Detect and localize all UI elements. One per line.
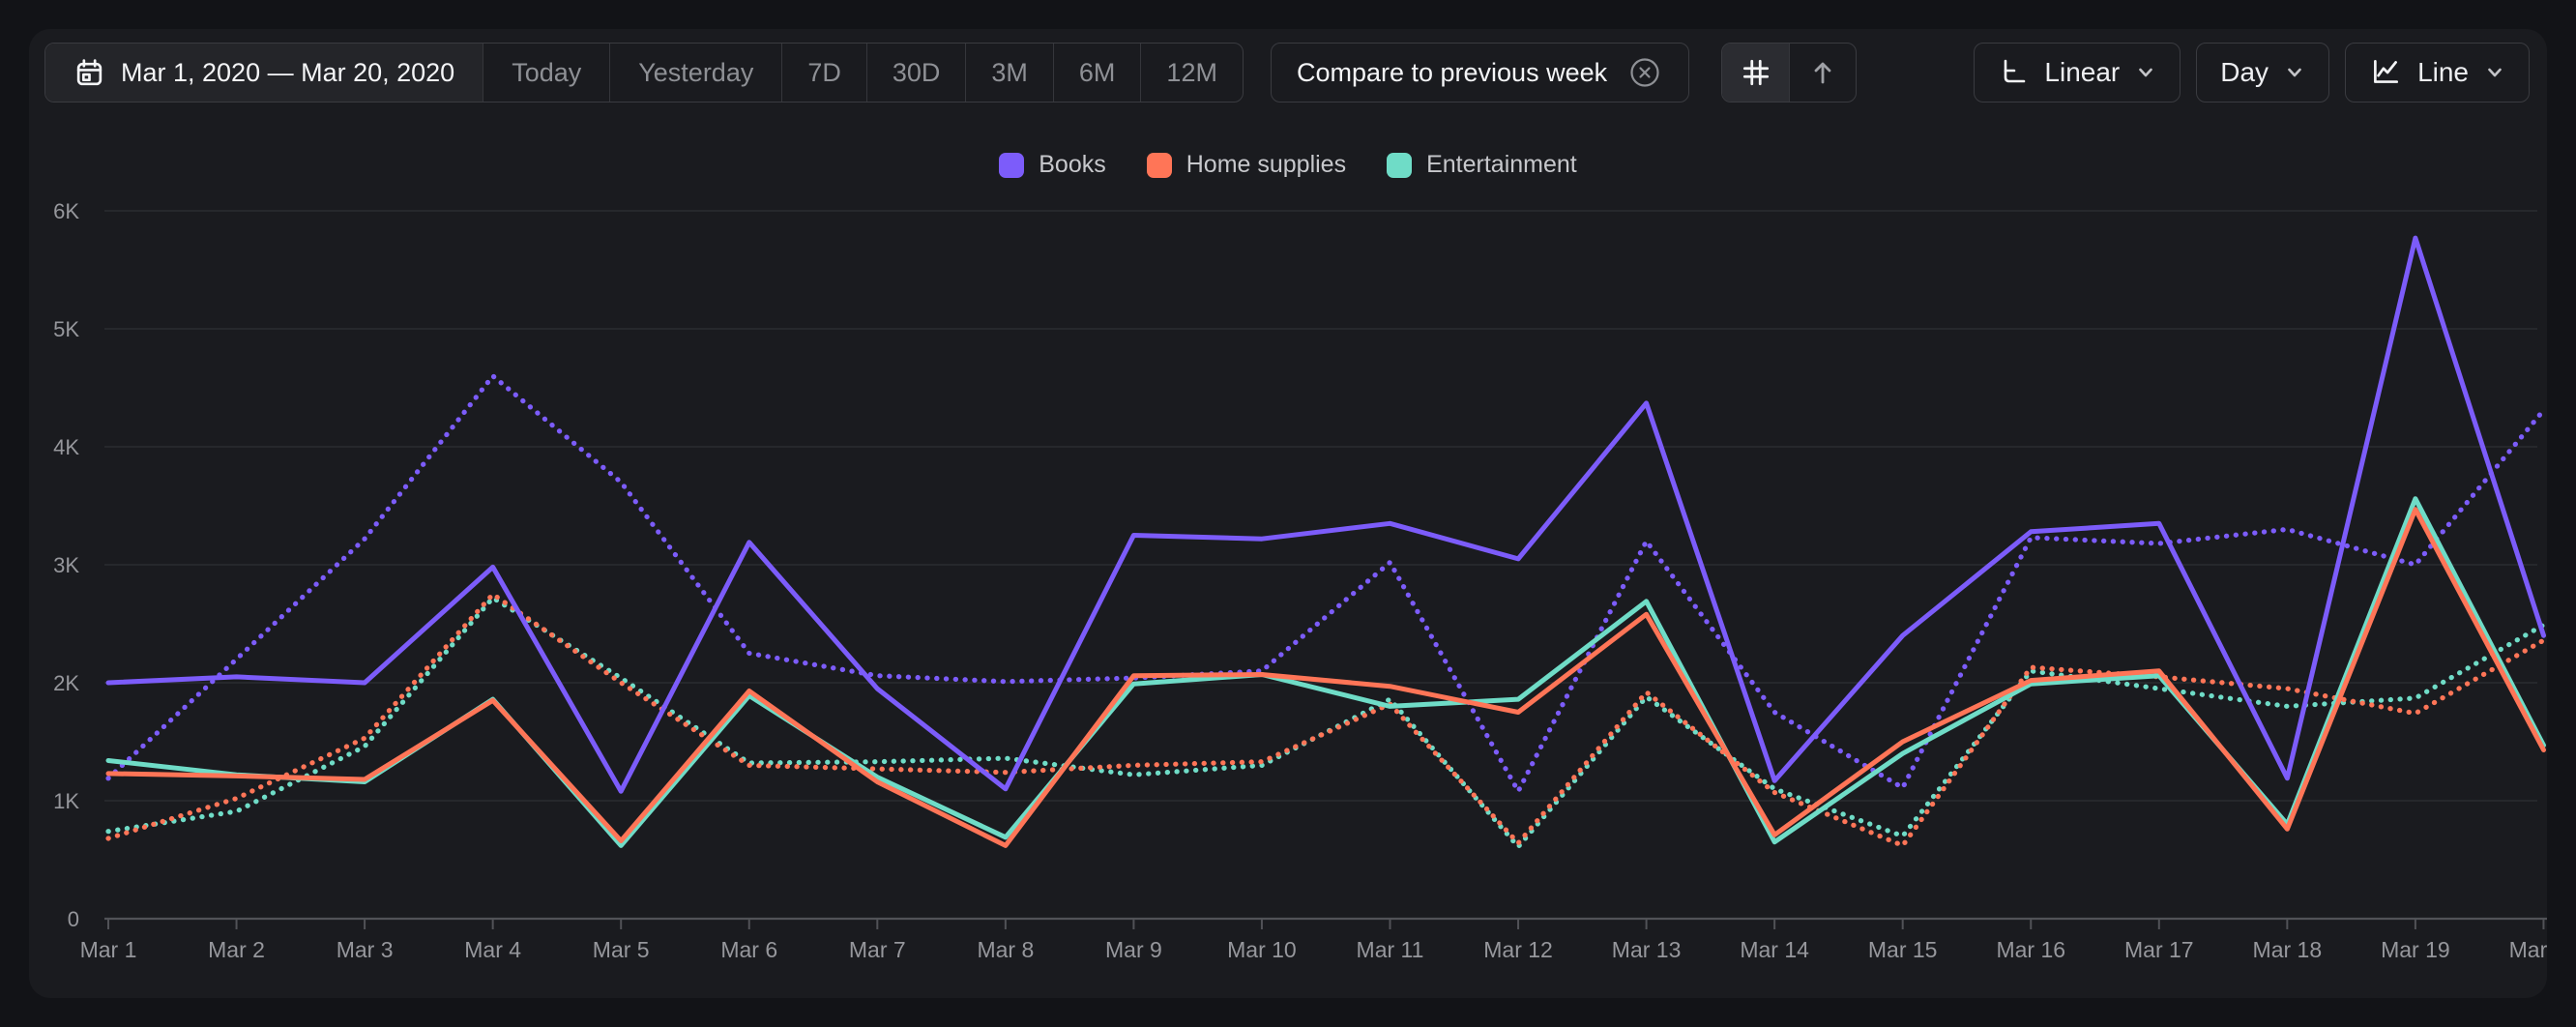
series-line-entertainment [108,499,2544,846]
granularity-dropdown[interactable]: Day [2196,43,2329,103]
x-axis-label: Mar 12 [1483,937,1553,962]
y-axis-label: 4K [53,435,79,459]
analytics-card: 0 1K 2K 3K 4K 5K 6K Mar 1 Mar 2 Mar 3 Mar 4 Mar 5 Ma… [29,29,2547,998]
chevron-down-icon [2284,62,2305,83]
toolbar: Mar 1, 2020 — Mar 20, 2020 Today Yesterd… [44,43,2530,103]
x-axis-label: Mar 6 [720,937,777,962]
preset-yesterday-button[interactable]: Yesterday [610,44,782,102]
x-axis-label: Mar 5 [593,937,650,962]
x-axis-label: Mar 17 [2124,937,2194,962]
legend-label: Entertainment [1426,151,1577,179]
y-axis-label: 1K [53,789,79,813]
books-swatch [999,153,1024,178]
calendar-icon [73,57,105,89]
preset-12m-button[interactable]: 12M [1141,44,1243,102]
chart-option-group [1721,43,1857,103]
legend-label: Home supplies [1186,151,1346,179]
x-axis-label: Mar 20 [2509,937,2547,962]
entertainment-swatch [1387,153,1412,178]
series-line-home-supplies-previous-week [108,595,2544,846]
x-axis-label: Mar 9 [1105,937,1162,962]
scale-dropdown-label: Linear [2044,57,2120,88]
x-axis-label: Mar 16 [1996,937,2065,962]
scale-dropdown[interactable]: Linear [1974,43,2181,103]
legend-label: Books [1039,151,1105,179]
date-range-label: Mar 1, 2020 — Mar 20, 2020 [121,58,454,88]
y-axis-label: 5K [53,317,79,341]
x-axis-label: Mar 2 [208,937,265,962]
x-axis-label: Mar 10 [1227,937,1297,962]
x-axis-label: Mar 14 [1740,937,1809,962]
x-axis-label: Mar 3 [337,937,394,962]
y-axis-label: 0 [68,907,79,931]
legend-item-books[interactable]: Books [999,151,1105,179]
preset-today-button[interactable]: Today [483,44,610,102]
x-axis-label: Mar 1 [80,937,137,962]
preset-6m-button[interactable]: 6M [1054,44,1142,102]
y-axis-label: 3K [53,553,79,577]
preset-7d-button[interactable]: 7D [782,44,867,102]
y-axis-label: 2K [53,671,79,695]
home-supplies-swatch [1147,153,1172,178]
x-axis-label: Mar 11 [1357,937,1424,962]
chart-type-dropdown[interactable]: Line [2345,43,2530,103]
chart-legend: Books Home supplies Entertainment [29,151,2547,179]
hash-grid-icon [1740,56,1772,89]
compare-label: Compare to previous week [1297,58,1607,88]
x-axis-label: Mar 19 [2381,937,2450,962]
x-axis-label: Mar 7 [849,937,906,962]
share-button[interactable] [1789,44,1856,102]
legend-item-entertainment[interactable]: Entertainment [1387,151,1577,179]
axis-icon [1998,57,2029,88]
toolbar-spacer [1857,43,1958,103]
arrow-up-icon [1807,57,1838,88]
y-axis-label: 6K [53,199,79,223]
series-line-entertainment-previous-week [108,598,2544,846]
x-axis-label: Mar 8 [977,937,1034,962]
compare-previous-week-chip[interactable]: Compare to previous week [1271,43,1689,103]
date-range-button[interactable]: Mar 1, 2020 — Mar 20, 2020 [45,44,483,102]
grid-toggle-button[interactable] [1722,44,1789,102]
series-line-books [108,238,2544,791]
preset-3m-button[interactable]: 3M [966,44,1054,102]
x-axis-label: Mar 13 [1612,937,1682,962]
granularity-dropdown-label: Day [2220,57,2269,88]
x-axis-label: Mar 18 [2253,937,2323,962]
close-circle-icon[interactable] [1626,54,1663,91]
chevron-down-icon [2484,62,2505,83]
legend-item-home-supplies[interactable]: Home supplies [1147,151,1346,179]
line-chart-icon [2369,56,2402,89]
date-preset-group: Mar 1, 2020 — Mar 20, 2020 Today Yesterd… [44,43,1244,103]
x-axis-label: Mar 4 [464,937,521,962]
chevron-down-icon [2135,62,2156,83]
preset-30d-button[interactable]: 30D [867,44,967,102]
chart-type-dropdown-label: Line [2417,57,2469,88]
x-axis-label: Mar 15 [1868,937,1938,962]
